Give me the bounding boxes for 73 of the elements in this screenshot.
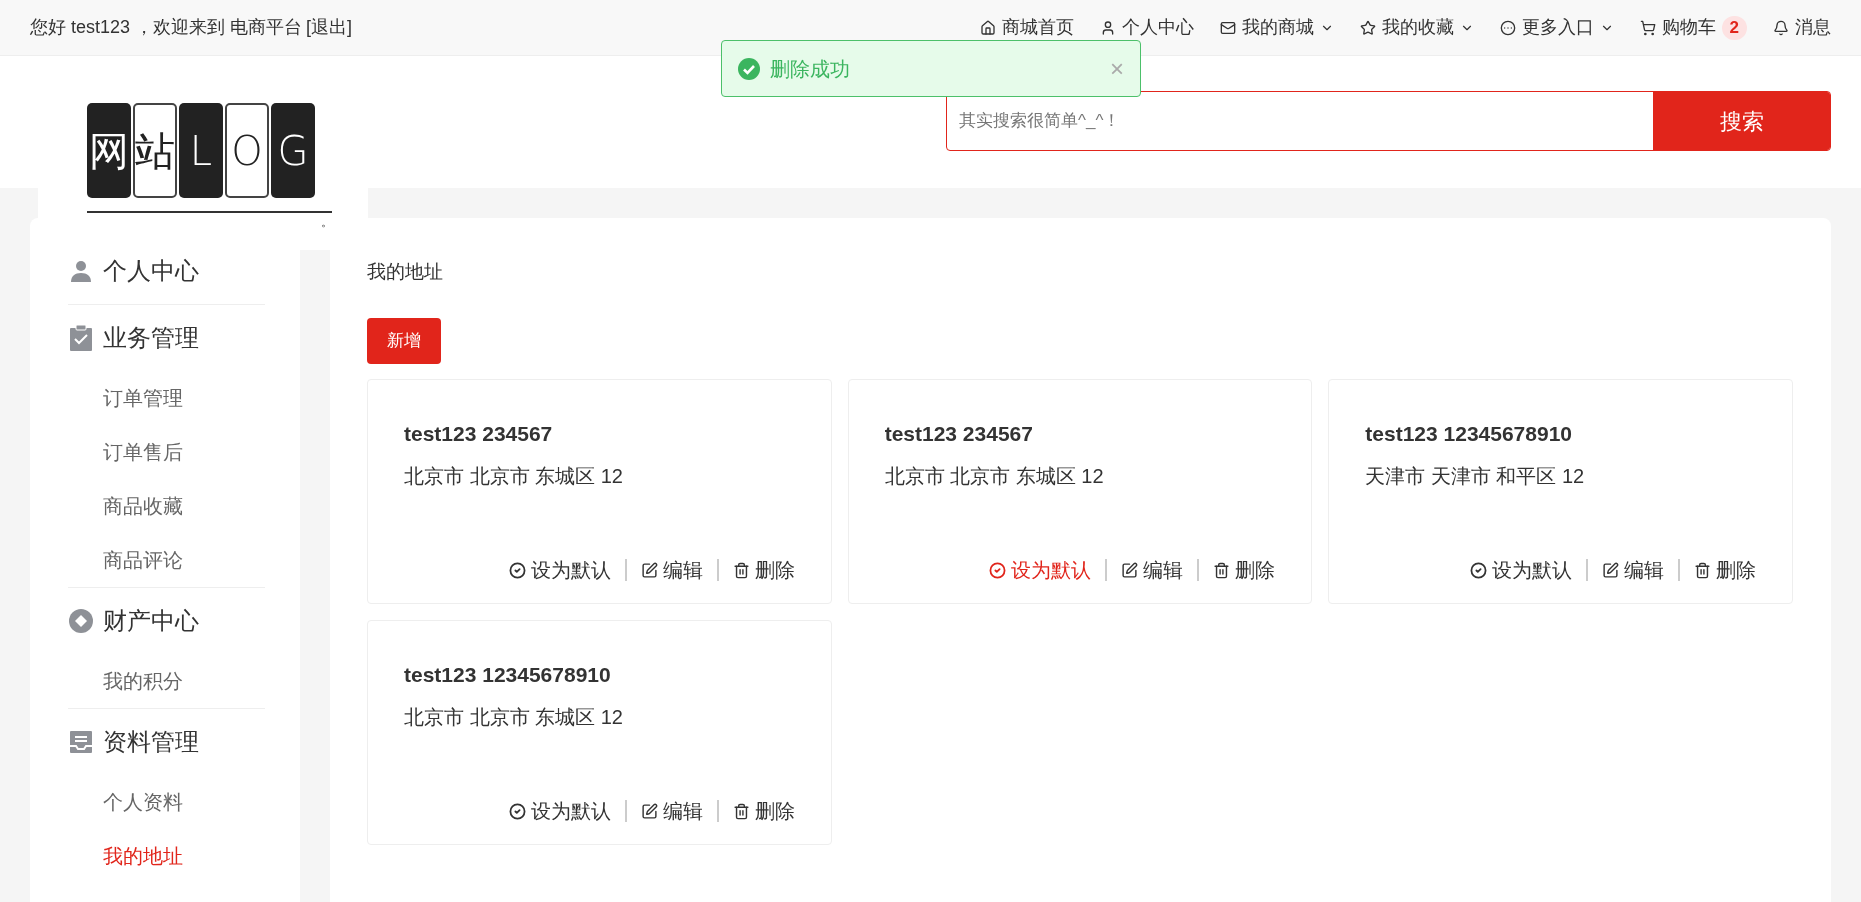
nav-link[interactable]: 我的商城	[1219, 14, 1334, 41]
search-field[interactable]: 其实搜索很简单^_^！ 搜索	[946, 91, 1831, 151]
address-text: 北京市 北京市 东城区 12	[884, 464, 1105, 489]
sidebar-heading: 财产中心	[103, 606, 199, 636]
check-circle-icon	[508, 561, 526, 579]
trash-icon	[1213, 561, 1231, 579]
edit-button[interactable]: 编辑	[640, 555, 703, 585]
sidebar-heading: 业务管理	[103, 323, 199, 353]
address-name: test123 234567	[404, 421, 554, 447]
address-name: test123 234567	[884, 421, 1034, 447]
search-button[interactable]: 搜索	[1653, 92, 1830, 150]
more-icon	[1499, 19, 1516, 36]
check-circle-icon	[508, 802, 526, 820]
trash-icon	[732, 802, 750, 820]
address-name: test123 12345678910	[1365, 421, 1574, 447]
sidebar-heading: 资料管理	[103, 727, 199, 757]
nav-link[interactable]: 我的收藏	[1359, 14, 1474, 41]
logo-tile: L	[179, 103, 223, 198]
nav-link[interactable]: 购物车 2	[1639, 14, 1747, 41]
logo-tile: G	[271, 103, 315, 198]
edit-icon	[640, 561, 658, 579]
sidebar-item[interactable]: 我的地址	[68, 829, 265, 883]
cart-icon	[1639, 19, 1656, 36]
edit-button[interactable]: 编辑	[640, 796, 703, 826]
sidebar-item[interactable]: 商品收藏	[68, 479, 265, 533]
check-circle-icon	[989, 561, 1007, 579]
trash-icon	[1694, 561, 1711, 579]
page-title: 我的地址	[367, 260, 444, 284]
logo-tile: 站	[133, 103, 177, 198]
sidebar-item[interactable]: 我的积分	[68, 654, 265, 708]
set-default-button[interactable]: 设为默认	[508, 555, 611, 585]
sidebar-item[interactable]: 商品评论	[68, 533, 265, 587]
delete-button[interactable]: 删除	[732, 555, 795, 585]
address-text: 北京市 北京市 东城区 12	[404, 464, 624, 489]
home-icon	[979, 19, 996, 36]
success-icon	[738, 57, 760, 80]
delete-button[interactable]: 删除	[1213, 555, 1276, 585]
sidebar-item[interactable]: 订单售后	[68, 425, 265, 479]
person-icon	[69, 259, 93, 283]
sidebar-heading: 个人中心	[103, 256, 199, 286]
clipboard-icon	[69, 325, 93, 351]
logout-link[interactable]: [退出]	[306, 14, 353, 41]
set-default-button[interactable]: 设为默认	[989, 555, 1092, 585]
set-default-button[interactable]: 设为默认	[1470, 555, 1572, 585]
nav-link[interactable]: 更多入口	[1499, 14, 1614, 41]
edit-icon	[1602, 561, 1619, 579]
delete-button[interactable]: 删除	[732, 796, 795, 826]
edit-icon	[1121, 561, 1139, 579]
bell-icon	[1773, 19, 1789, 36]
nav-link[interactable]: 个人中心	[1099, 14, 1194, 41]
trash-icon	[732, 561, 750, 579]
address-text: 北京市 北京市 东城区 12	[404, 705, 624, 730]
cart-count-badge: 2	[1721, 15, 1747, 40]
address-name: test123 12345678910	[404, 662, 612, 688]
star-icon	[1359, 19, 1376, 36]
edit-button[interactable]: 编辑	[1602, 555, 1664, 585]
nav-link[interactable]: 消息	[1773, 14, 1831, 41]
sidebar-item[interactable]: 订单管理	[68, 371, 265, 425]
check-circle-icon	[1470, 561, 1487, 579]
address-text: 天津市 天津市 和平区 12	[1365, 464, 1586, 489]
add-button[interactable]: 新增	[367, 318, 441, 364]
nav-link[interactable]: 商城首页	[979, 14, 1074, 41]
toast-message: 删除成功	[770, 56, 851, 82]
logo-tile: 网	[87, 103, 131, 198]
edit-icon	[640, 802, 658, 820]
greeting-text: 您好 test123 ，欢迎来到 电商平台	[30, 16, 303, 39]
sidebar-item[interactable]: 个人资料	[68, 775, 265, 829]
set-default-button[interactable]: 设为默认	[508, 796, 611, 826]
delete-button[interactable]: 删除	[1694, 555, 1756, 585]
archive-icon	[69, 730, 93, 754]
logo-mark: 。	[321, 214, 333, 231]
logo-tile: O	[225, 103, 269, 198]
edit-button[interactable]: 编辑	[1121, 555, 1184, 585]
